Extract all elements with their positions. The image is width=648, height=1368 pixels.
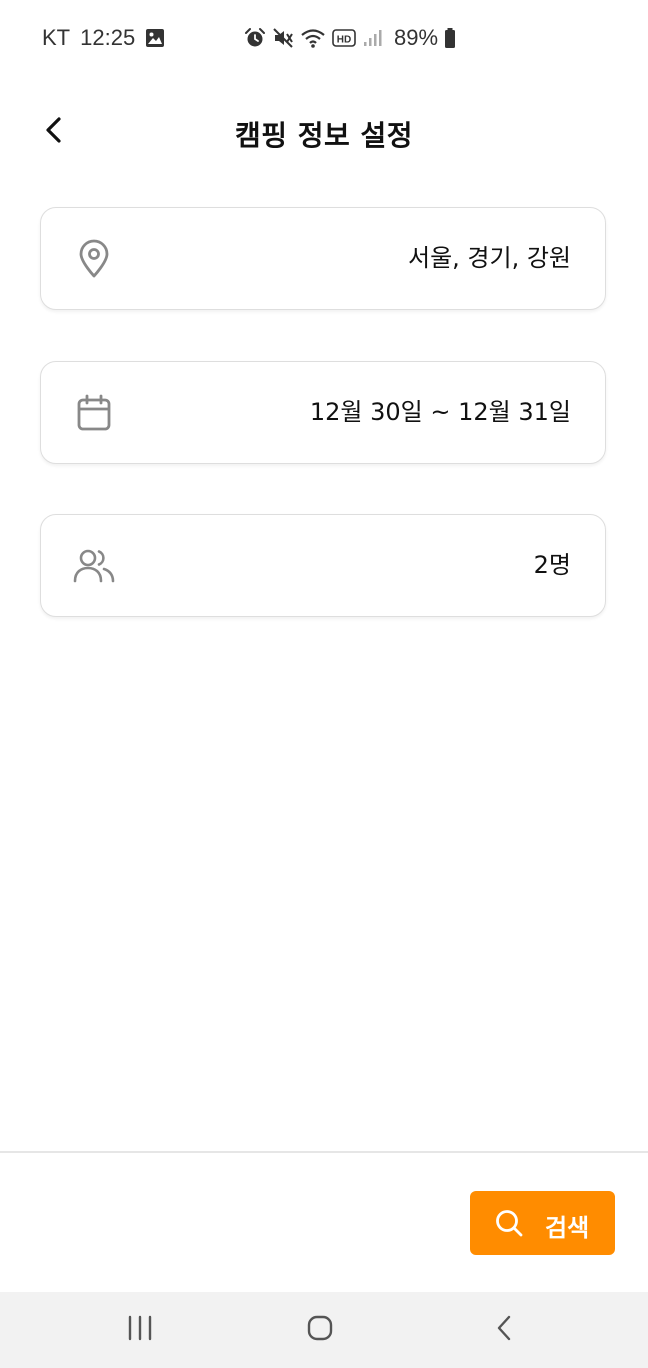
- carrier-label: KT: [42, 25, 71, 50]
- header: 캠핑 정보 설정: [0, 96, 648, 168]
- battery-icon: [444, 27, 456, 49]
- search-icon: [494, 1208, 524, 1238]
- location-value: 서울, 경기, 강원: [408, 244, 571, 272]
- wifi-icon: [300, 27, 326, 49]
- search-button[interactable]: 검색: [470, 1191, 615, 1255]
- battery-percent: 89%: [394, 25, 439, 50]
- search-button-label: 검색: [545, 1214, 590, 1242]
- signal-icon: [362, 28, 382, 48]
- calendar-icon: [73, 392, 115, 434]
- recents-button[interactable]: [120, 1310, 160, 1350]
- status-right: HD 89%: [244, 25, 456, 51]
- bottom-divider: [0, 1151, 648, 1153]
- clock: 12:25: [80, 25, 136, 50]
- page-title: 캠핑 정보 설정: [234, 119, 414, 152]
- home-button[interactable]: [300, 1310, 340, 1350]
- users-icon: [73, 545, 115, 587]
- alarm-icon: [244, 27, 266, 49]
- people-value: 2명: [533, 551, 571, 579]
- system-nav-bar: [0, 1292, 648, 1368]
- nav-back-button[interactable]: [484, 1310, 524, 1350]
- location-field[interactable]: 서울, 경기, 강원: [40, 207, 606, 310]
- screen: KT 12:25 HD 89% 캠핑 정보 설정 서울, 경기, 강원 12월 …: [0, 0, 648, 1368]
- recents-icon: [126, 1315, 154, 1345]
- status-left: KT 12:25: [42, 25, 165, 51]
- people-field[interactable]: 2명: [40, 514, 606, 617]
- svg-text:HD: HD: [337, 35, 351, 46]
- home-icon: [306, 1314, 334, 1346]
- back-icon: [494, 1314, 514, 1346]
- mute-icon: [272, 27, 294, 49]
- location-pin-icon: [73, 238, 115, 280]
- image-icon: [145, 28, 165, 48]
- hd-icon: HD: [332, 28, 356, 48]
- date-field[interactable]: 12월 30일 ~ 12월 31일: [40, 361, 606, 464]
- status-bar: KT 12:25 HD 89%: [0, 0, 648, 76]
- date-value: 12월 30일 ~ 12월 31일: [309, 398, 571, 426]
